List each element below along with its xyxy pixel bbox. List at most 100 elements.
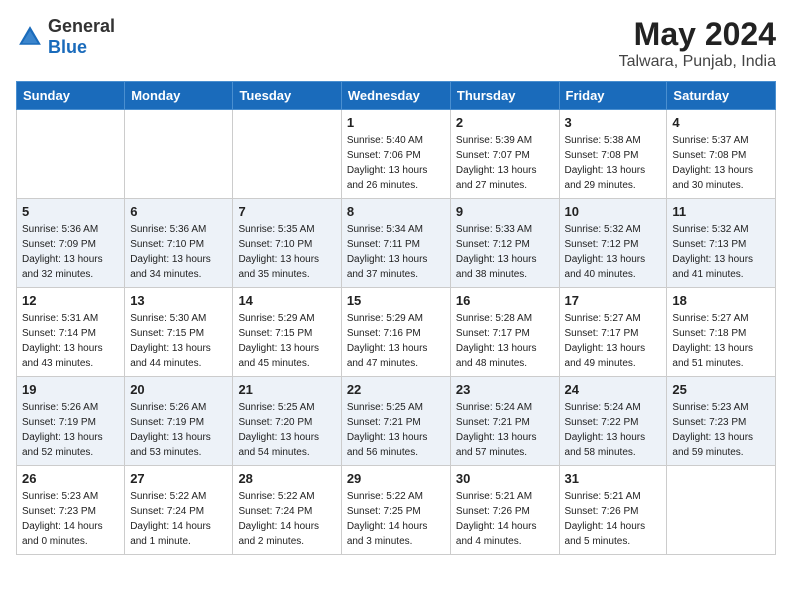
weekday-header-wednesday: Wednesday <box>341 82 450 110</box>
location-title: Talwara, Punjab, India <box>619 53 776 71</box>
day-info: Sunrise: 5:27 AM Sunset: 7:18 PM Dayligh… <box>672 311 770 371</box>
day-info: Sunrise: 5:32 AM Sunset: 7:13 PM Dayligh… <box>672 222 770 282</box>
day-number: 30 <box>456 471 554 486</box>
day-info: Sunrise: 5:22 AM Sunset: 7:24 PM Dayligh… <box>130 489 227 549</box>
calendar-day-cell: 28Sunrise: 5:22 AM Sunset: 7:24 PM Dayli… <box>233 466 341 555</box>
weekday-header-row: SundayMondayTuesdayWednesdayThursdayFrid… <box>17 82 776 110</box>
calendar-day-cell: 6Sunrise: 5:36 AM Sunset: 7:10 PM Daylig… <box>125 199 233 288</box>
day-number: 31 <box>565 471 662 486</box>
calendar-week-row: 12 Sunrise: 5:31 AM Sunset: 7:14 PM Dayli… <box>17 288 776 377</box>
calendar-day-cell <box>17 110 125 199</box>
title-block: May 2024 Talwara, Punjab, India <box>619 16 776 71</box>
calendar-day-cell: 17 Sunrise: 5:27 AM Sunset: 7:17 PM Dayli… <box>559 288 667 377</box>
day-info: Sunrise: 5:28 AM Sunset: 7:17 PM Dayligh… <box>456 311 554 371</box>
day-info: Sunrise: 5:25 AM Sunset: 7:20 PM Dayligh… <box>238 400 335 460</box>
day-info: Sunrise: 5:32 AM Sunset: 7:12 PM Dayligh… <box>565 222 662 282</box>
day-number: 26 <box>22 471 119 486</box>
calendar-day-cell: 11 Sunrise: 5:32 AM Sunset: 7:13 PM Dayli… <box>667 199 776 288</box>
calendar-day-cell: 1 Sunrise: 5:40 AM Sunset: 7:06 PM Daylig… <box>341 110 450 199</box>
day-number: 20 <box>130 382 227 397</box>
day-info: Sunrise: 5:24 AM Sunset: 7:22 PM Dayligh… <box>565 400 662 460</box>
day-number: 21 <box>238 382 335 397</box>
calendar-day-cell: 14 Sunrise: 5:29 AM Sunset: 7:15 PM Dayli… <box>233 288 341 377</box>
calendar-week-row: 26 Sunrise: 5:23 AM Sunset: 7:23 PM Dayli… <box>17 466 776 555</box>
day-number: 19 <box>22 382 119 397</box>
weekday-header-sunday: Sunday <box>17 82 125 110</box>
weekday-header-saturday: Saturday <box>667 82 776 110</box>
day-number: 18 <box>672 293 770 308</box>
day-number: 13 <box>130 293 227 308</box>
calendar-day-cell: 18 Sunrise: 5:27 AM Sunset: 7:18 PM Dayli… <box>667 288 776 377</box>
day-info: Sunrise: 5:26 AM Sunset: 7:19 PM Dayligh… <box>130 400 227 460</box>
day-info: Sunrise: 5:29 AM Sunset: 7:15 PM Dayligh… <box>238 311 335 371</box>
weekday-header-friday: Friday <box>559 82 667 110</box>
logo-icon <box>16 23 44 51</box>
day-number: 22 <box>347 382 445 397</box>
day-number: 3 <box>565 115 662 130</box>
calendar-day-cell: 8 Sunrise: 5:34 AM Sunset: 7:11 PM Daylig… <box>341 199 450 288</box>
calendar-day-cell: 9Sunrise: 5:33 AM Sunset: 7:12 PM Daylig… <box>450 199 559 288</box>
day-number: 28 <box>238 471 335 486</box>
calendar-day-cell: 2Sunrise: 5:39 AM Sunset: 7:07 PM Daylig… <box>450 110 559 199</box>
day-number: 14 <box>238 293 335 308</box>
logo-blue-text: Blue <box>48 37 87 57</box>
page-header: General Blue May 2024 Talwara, Punjab, I… <box>16 16 776 71</box>
calendar-day-cell: 22 Sunrise: 5:25 AM Sunset: 7:21 PM Dayli… <box>341 377 450 466</box>
day-number: 29 <box>347 471 445 486</box>
calendar-day-cell: 29 Sunrise: 5:22 AM Sunset: 7:25 PM Dayli… <box>341 466 450 555</box>
day-number: 23 <box>456 382 554 397</box>
calendar-day-cell: 13 Sunrise: 5:30 AM Sunset: 7:15 PM Dayli… <box>125 288 233 377</box>
weekday-header-tuesday: Tuesday <box>233 82 341 110</box>
calendar-day-cell: 31 Sunrise: 5:21 AM Sunset: 7:26 PM Dayli… <box>559 466 667 555</box>
day-info: Sunrise: 5:23 AM Sunset: 7:23 PM Dayligh… <box>22 489 119 549</box>
day-info: Sunrise: 5:34 AM Sunset: 7:11 PM Dayligh… <box>347 222 445 282</box>
calendar-day-cell: 27 Sunrise: 5:22 AM Sunset: 7:24 PM Dayli… <box>125 466 233 555</box>
calendar-day-cell: 10Sunrise: 5:32 AM Sunset: 7:12 PM Dayli… <box>559 199 667 288</box>
calendar-table: SundayMondayTuesdayWednesdayThursdayFrid… <box>16 81 776 555</box>
calendar-day-cell <box>233 110 341 199</box>
calendar-day-cell: 26 Sunrise: 5:23 AM Sunset: 7:23 PM Dayli… <box>17 466 125 555</box>
logo: General Blue <box>16 16 115 58</box>
day-number: 12 <box>22 293 119 308</box>
day-number: 17 <box>565 293 662 308</box>
day-info: Sunrise: 5:21 AM Sunset: 7:26 PM Dayligh… <box>565 489 662 549</box>
day-info: Sunrise: 5:39 AM Sunset: 7:07 PM Dayligh… <box>456 133 554 193</box>
day-info: Sunrise: 5:23 AM Sunset: 7:23 PM Dayligh… <box>672 400 770 460</box>
calendar-day-cell: 16Sunrise: 5:28 AM Sunset: 7:17 PM Dayli… <box>450 288 559 377</box>
calendar-week-row: 5 Sunrise: 5:36 AM Sunset: 7:09 PM Daylig… <box>17 199 776 288</box>
logo-general-text: General <box>48 16 115 36</box>
day-number: 5 <box>22 204 119 219</box>
day-info: Sunrise: 5:21 AM Sunset: 7:26 PM Dayligh… <box>456 489 554 549</box>
calendar-week-row: 1 Sunrise: 5:40 AM Sunset: 7:06 PM Daylig… <box>17 110 776 199</box>
calendar-day-cell: 20 Sunrise: 5:26 AM Sunset: 7:19 PM Dayli… <box>125 377 233 466</box>
day-number: 27 <box>130 471 227 486</box>
calendar-day-cell: 25Sunrise: 5:23 AM Sunset: 7:23 PM Dayli… <box>667 377 776 466</box>
day-info: Sunrise: 5:30 AM Sunset: 7:15 PM Dayligh… <box>130 311 227 371</box>
day-info: Sunrise: 5:25 AM Sunset: 7:21 PM Dayligh… <box>347 400 445 460</box>
calendar-day-cell: 12 Sunrise: 5:31 AM Sunset: 7:14 PM Dayli… <box>17 288 125 377</box>
day-number: 4 <box>672 115 770 130</box>
weekday-header-monday: Monday <box>125 82 233 110</box>
calendar-day-cell: 5 Sunrise: 5:36 AM Sunset: 7:09 PM Daylig… <box>17 199 125 288</box>
day-number: 8 <box>347 204 445 219</box>
day-info: Sunrise: 5:24 AM Sunset: 7:21 PM Dayligh… <box>456 400 554 460</box>
calendar-day-cell <box>125 110 233 199</box>
calendar-day-cell <box>667 466 776 555</box>
day-number: 15 <box>347 293 445 308</box>
day-info: Sunrise: 5:40 AM Sunset: 7:06 PM Dayligh… <box>347 133 445 193</box>
calendar-day-cell: 7 Sunrise: 5:35 AM Sunset: 7:10 PM Daylig… <box>233 199 341 288</box>
month-title: May 2024 <box>619 16 776 53</box>
day-info: Sunrise: 5:29 AM Sunset: 7:16 PM Dayligh… <box>347 311 445 371</box>
day-number: 6 <box>130 204 227 219</box>
day-number: 7 <box>238 204 335 219</box>
calendar-day-cell: 19Sunrise: 5:26 AM Sunset: 7:19 PM Dayli… <box>17 377 125 466</box>
day-info: Sunrise: 5:27 AM Sunset: 7:17 PM Dayligh… <box>565 311 662 371</box>
day-number: 11 <box>672 204 770 219</box>
day-number: 1 <box>347 115 445 130</box>
day-info: Sunrise: 5:31 AM Sunset: 7:14 PM Dayligh… <box>22 311 119 371</box>
calendar-day-cell: 23 Sunrise: 5:24 AM Sunset: 7:21 PM Dayli… <box>450 377 559 466</box>
calendar-day-cell: 4Sunrise: 5:37 AM Sunset: 7:08 PM Daylig… <box>667 110 776 199</box>
day-info: Sunrise: 5:36 AM Sunset: 7:09 PM Dayligh… <box>22 222 119 282</box>
day-info: Sunrise: 5:22 AM Sunset: 7:25 PM Dayligh… <box>347 489 445 549</box>
day-info: Sunrise: 5:35 AM Sunset: 7:10 PM Dayligh… <box>238 222 335 282</box>
